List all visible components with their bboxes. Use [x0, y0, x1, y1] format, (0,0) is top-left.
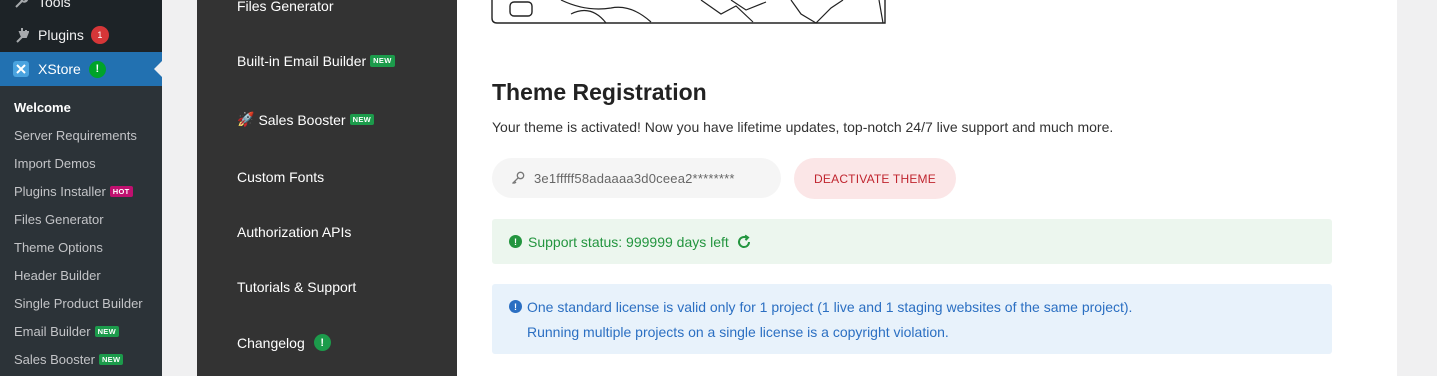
info-circle-icon: ! — [509, 300, 522, 313]
license-info-notice: ! One standard license is valid only for… — [492, 284, 1332, 354]
changelog-alert-badge: ! — [313, 334, 331, 351]
nav-label: Tutorials & Support — [237, 279, 357, 295]
nav-label: Custom Fonts — [237, 169, 325, 185]
new-badge: NEW — [98, 353, 124, 366]
main-content: Theme Registration Your theme is activat… — [457, 0, 1397, 376]
submenu-label: Theme Options — [14, 240, 103, 255]
nav-item-sales-booster[interactable]: 🚀 Sales Booster NEW — [237, 111, 375, 128]
wrench-icon — [11, 0, 31, 12]
submenu-label: Welcome — [14, 100, 71, 115]
nav-label: Authorization APIs — [237, 224, 352, 240]
exclamation-circle-icon: ! — [509, 235, 522, 248]
submenu-item-theme-options[interactable]: Theme Options — [14, 240, 103, 255]
submenu-item-email-builder[interactable]: Email Builder NEW — [14, 324, 119, 339]
menu-item-label: Plugins — [38, 27, 84, 43]
submenu-item-welcome[interactable]: Welcome — [14, 100, 71, 115]
right-gutter — [1397, 0, 1437, 376]
new-badge: NEW — [370, 55, 395, 67]
submenu-item-sales-booster[interactable]: Sales Booster NEW — [14, 352, 124, 367]
submenu-item-single-product-builder[interactable]: Single Product Builder — [14, 296, 143, 311]
new-badge: NEW — [94, 325, 119, 338]
nav-label: Built-in Email Builder — [237, 53, 367, 69]
nav-item-changelog[interactable]: Changelog ! — [237, 334, 331, 351]
submenu-label: Header Builder — [14, 268, 101, 283]
menu-item-tools[interactable]: Tools — [0, 0, 162, 19]
key-icon — [511, 171, 525, 185]
deactivate-theme-button[interactable]: DEACTIVATE THEME — [794, 158, 956, 199]
nav-label: Files Generator — [237, 0, 334, 14]
registration-illustration — [491, 0, 886, 24]
nav-item-files-generator[interactable]: Files Generator — [237, 0, 333, 14]
current-menu-arrow — [154, 61, 162, 77]
submenu-item-files-generator[interactable]: Files Generator — [14, 212, 104, 227]
xstore-dashboard-nav: Files Generator Built-in Email Builder N… — [197, 0, 457, 376]
support-status-text: Support status: 999999 days left — [528, 233, 729, 250]
submenu-item-header-builder[interactable]: Header Builder — [14, 268, 101, 283]
nav-item-custom-fonts[interactable]: Custom Fonts — [237, 169, 324, 185]
hot-badge: HOT — [109, 185, 133, 198]
menu-item-xstore[interactable]: XStore ! — [0, 52, 162, 86]
submenu-item-import-demos[interactable]: Import Demos — [14, 156, 96, 171]
submenu-label: Plugins Installer — [14, 184, 106, 199]
page-title: Theme Registration — [492, 79, 707, 105]
nav-item-email-builder[interactable]: Built-in Email Builder NEW — [237, 53, 395, 69]
plugins-update-count-badge: 1 — [90, 26, 109, 44]
license-key-value: 3e1fffff58adaaaa3d0ceea2******** — [534, 170, 735, 186]
license-notice-line-2: Running multiple projects on a single li… — [527, 324, 949, 340]
support-status-notice: ! Support status: 999999 days left — [492, 219, 1332, 264]
submenu-label: Email Builder — [14, 324, 91, 339]
submenu-label: Server Requirements — [14, 128, 137, 143]
nav-label: Sales Booster — [258, 111, 346, 128]
refresh-icon[interactable] — [736, 234, 752, 250]
menu-item-plugins[interactable]: Plugins 1 — [0, 18, 162, 52]
submenu-item-server-requirements[interactable]: Server Requirements — [14, 128, 137, 143]
submenu-label: Import Demos — [14, 156, 96, 171]
wp-admin-sidebar: Tools Plugins 1 XStore ! Welcome Server … — [0, 0, 162, 376]
license-key-field[interactable]: 3e1fffff58adaaaa3d0ceea2******** — [492, 158, 781, 198]
rocket-icon: 🚀 — [237, 111, 255, 127]
plugin-plug-icon — [11, 25, 31, 45]
xstore-submenu: Welcome Server Requirements Import Demos… — [0, 86, 162, 376]
submenu-label: Files Generator — [14, 212, 104, 227]
submenu-label: Sales Booster — [14, 352, 95, 367]
nav-label: Changelog — [237, 334, 305, 351]
xstore-logo-icon — [11, 59, 31, 79]
xstore-alert-badge: ! — [88, 60, 106, 78]
activation-message: Your theme is activated! Now you have li… — [492, 119, 1114, 135]
new-badge: NEW — [349, 113, 375, 126]
submenu-label: Single Product Builder — [14, 296, 143, 311]
submenu-item-plugins-installer[interactable]: Plugins Installer HOT — [14, 184, 133, 199]
nav-item-authorization-apis[interactable]: Authorization APIs — [237, 224, 351, 240]
nav-item-tutorials-support[interactable]: Tutorials & Support — [237, 279, 356, 295]
menu-item-label: XStore — [38, 61, 81, 77]
menu-item-label: Tools — [38, 0, 71, 10]
license-notice-line-1: One standard license is valid only for 1… — [527, 299, 1133, 315]
